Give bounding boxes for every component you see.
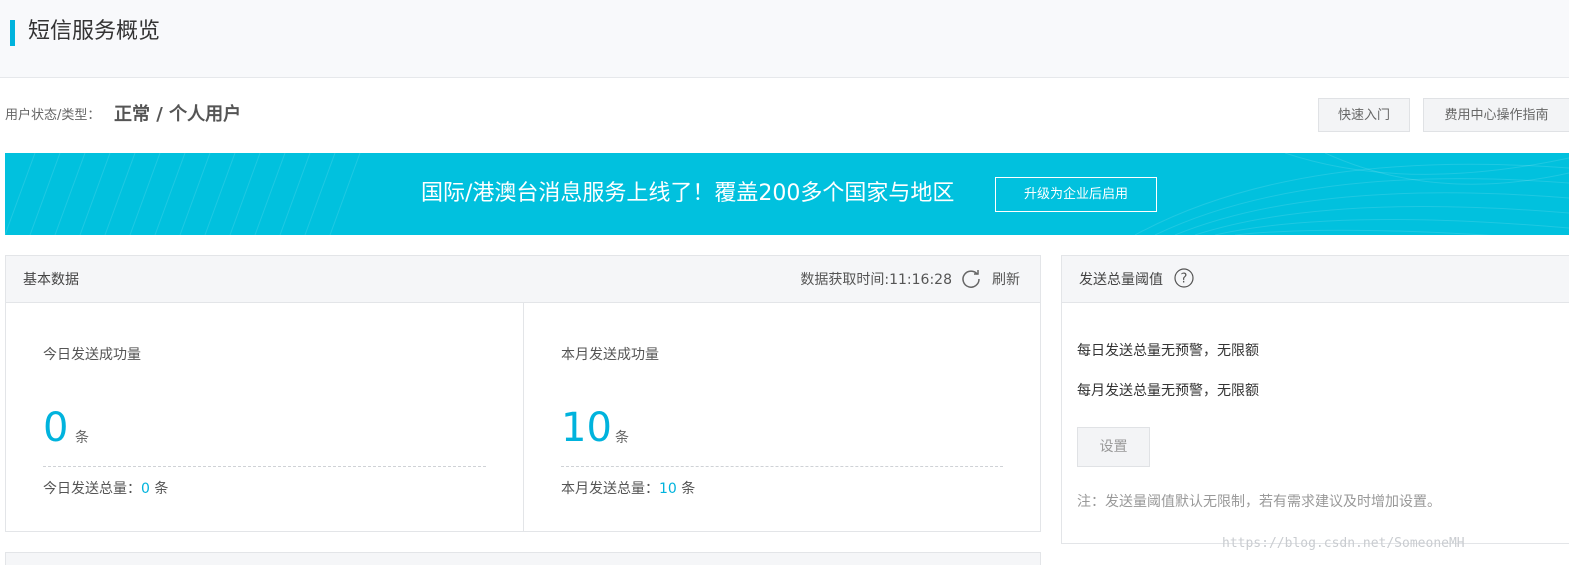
- threshold-note: 注：发送量阈值默认无限制，若有需求建议及时增加设置。: [1077, 494, 1441, 510]
- month-total-value: 10: [659, 481, 677, 497]
- today-divider: [43, 466, 486, 467]
- month-success-value: 10: [561, 405, 612, 451]
- basic-data-panel: 基本数据 数据获取时间:11:16:28 刷新 今日发送成功量 0 条 今日发送…: [5, 255, 1041, 532]
- upgrade-enterprise-button[interactable]: 升级为企业后启用: [995, 177, 1157, 212]
- svg-text:?: ?: [1181, 272, 1188, 287]
- user-status-label: 用户状态/类型：: [5, 108, 101, 123]
- month-success-label: 本月发送成功量: [561, 347, 659, 363]
- today-total-label: 今日发送总量：: [43, 481, 141, 497]
- user-status-value: 正常 / 个人用户: [114, 104, 242, 125]
- settings-button[interactable]: 设置: [1077, 427, 1150, 467]
- basic-data-title: 基本数据: [23, 272, 79, 288]
- billing-guide-button[interactable]: 费用中心操作指南: [1423, 98, 1569, 132]
- quick-start-button[interactable]: 快速入门: [1318, 98, 1410, 132]
- today-total-unit: 条: [154, 481, 169, 497]
- title-accent-bar: [10, 20, 15, 46]
- threshold-header: 发送总量阈值: [1062, 256, 1569, 303]
- month-success-unit: 条: [615, 430, 629, 446]
- fetch-time: 数据获取时间:11:16:28: [800, 272, 952, 288]
- watermark: https://blog.csdn.net/SomeoneMH: [1222, 536, 1465, 551]
- daily-threshold-text: 每日发送总量无预警，无限额: [1077, 343, 1259, 359]
- today-success-label: 今日发送成功量: [43, 347, 141, 363]
- month-total-unit: 条: [681, 481, 696, 497]
- threshold-title: 发送总量阈值: [1079, 272, 1163, 288]
- panel-divider: [523, 302, 524, 531]
- month-divider: [561, 466, 1003, 467]
- today-total-value: 0: [141, 481, 150, 497]
- month-total-label: 本月发送总量：: [561, 481, 659, 497]
- monthly-threshold-text: 每月发送总量无预警，无限额: [1077, 383, 1259, 399]
- refresh-icon[interactable]: [960, 268, 982, 290]
- promo-banner: 国际/港澳台消息服务上线了！覆盖200多个国家与地区 升级为企业后启用: [5, 153, 1569, 235]
- basic-data-header: 基本数据 数据获取时间:11:16:28 刷新: [6, 256, 1040, 303]
- page-header: 短信服务概览: [0, 0, 1569, 78]
- next-panel-edge: [5, 552, 1041, 565]
- refresh-link[interactable]: 刷新: [992, 270, 1020, 290]
- banner-headline: 国际/港澳台消息服务上线了！覆盖200多个国家与地区: [421, 181, 955, 206]
- help-icon[interactable]: ?: [1174, 268, 1194, 288]
- today-total: 今日发送总量：0 条: [43, 479, 168, 499]
- month-total: 本月发送总量：10 条: [561, 479, 695, 499]
- today-success-value: 0: [43, 405, 69, 451]
- today-success-unit: 条: [75, 430, 89, 446]
- page-title: 短信服务概览: [28, 19, 161, 44]
